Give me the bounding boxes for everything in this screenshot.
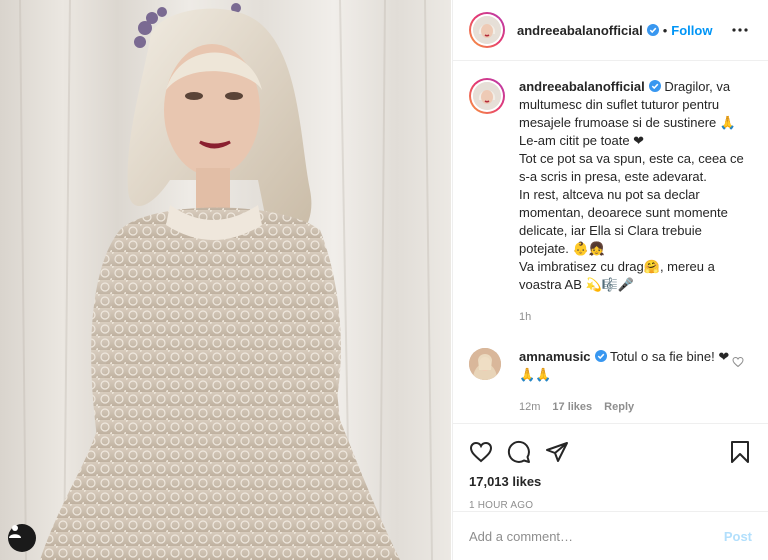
post-photo[interactable] [0,0,451,560]
author-username[interactable]: andreeabalanofficial [517,23,643,38]
caption-author-avatar[interactable] [469,78,505,114]
comment-like-heart-icon[interactable] [732,356,744,368]
more-options-button[interactable] [728,18,752,42]
post-header: andreeabalanofficial • Follow [453,0,768,61]
like-button[interactable] [469,440,493,464]
user-tag-button[interactable] [8,524,36,552]
comment-button[interactable] [507,440,531,464]
follow-button[interactable]: Follow [671,23,712,38]
post-time-ago: 1 HOUR AGO [469,500,534,511]
commenter-avatar[interactable] [469,348,501,380]
post-actions: 17,013 likes 1 HOUR AGO [453,423,768,511]
post-comment-button[interactable]: Post [724,529,752,544]
comments-section[interactable]: andreeabalanofficial Dragilor, va multum… [453,62,768,422]
post-likes-count[interactable]: 17,013 likes [469,474,752,489]
caption-timestamp: 1h [519,311,532,323]
verified-badge-icon [646,24,659,36]
caption-text-line: In rest, altceva nu pot sa declar moment… [519,187,728,256]
more-options-icon [732,28,748,32]
post-photo-illustration [19,0,433,560]
share-button[interactable] [545,440,569,464]
author-avatar[interactable] [469,12,505,48]
heart-icon [469,441,493,463]
caption-avatar-image [473,82,501,110]
user-tag-icon [9,525,21,538]
separator-dot: • [662,22,668,38]
caption-username[interactable]: andreeabalanofficial [519,79,645,94]
post-side-panel: andreeabalanofficial • Follow andreeabal… [452,0,768,560]
verified-badge-icon [594,350,607,362]
caption-text-line: Le-am citit pe toate ❤ [519,133,645,148]
comment-icon [507,440,530,463]
caption-text-line: Tot ce pot sa va spun, este ca, ceea ce … [519,151,744,184]
comment-item: amnamusic Totul o sa fie bine! ❤🙏🙏 12m 1… [469,348,752,416]
add-comment-input[interactable] [469,528,724,544]
comment-likes[interactable]: 17 likes [552,398,592,416]
commenter-username[interactable]: amnamusic [519,349,591,364]
commenter-avatar-image [469,348,501,380]
comment-time: 12m [519,401,541,413]
share-icon [546,442,568,462]
verified-badge-icon [648,80,661,92]
save-button[interactable] [728,440,752,464]
reply-button[interactable]: Reply [604,398,634,416]
caption-text-line: Va imbratisez cu drag🤗, mereu a voastra … [519,259,715,292]
add-comment-bar: Post [453,511,768,560]
author-avatar-image [473,16,501,44]
post-caption: andreeabalanofficial Dragilor, va multum… [469,78,752,326]
bookmark-icon [731,441,749,463]
